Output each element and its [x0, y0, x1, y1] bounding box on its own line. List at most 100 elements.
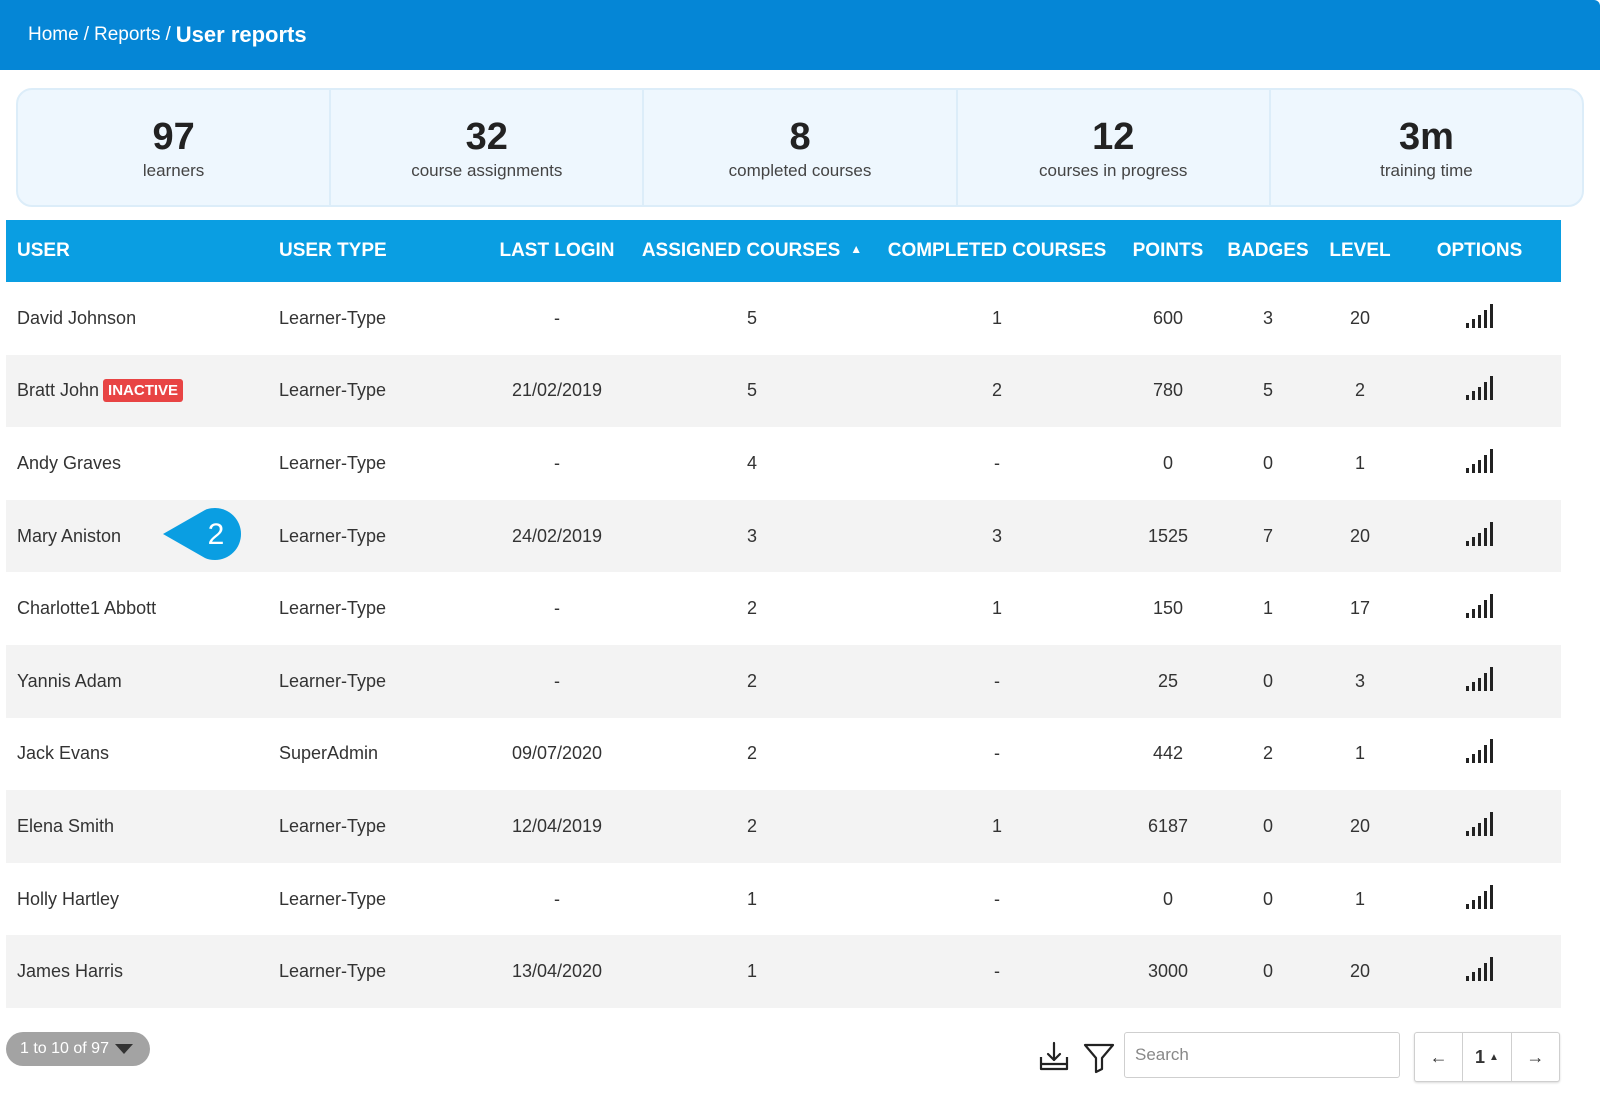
cell-assigned-courses: 2 [746, 598, 757, 619]
cell-options [1398, 718, 1561, 791]
cell-level: 20 [1349, 307, 1371, 328]
next-page-button[interactable]: → [1510, 1033, 1559, 1081]
cell-points: 442 [1152, 743, 1184, 764]
cell-options [1398, 355, 1561, 428]
stat-completed-courses: 8 completed courses [644, 90, 958, 205]
stat-value: 8 [789, 115, 811, 158]
breadcrumb-home[interactable]: Home [28, 24, 79, 46]
cell-completed-courses: 2 [991, 380, 1002, 401]
table-row[interactable]: Charlotte1 Abbott Learner-Type - 2 1 150… [6, 572, 1561, 645]
cell-badges: 0 [1262, 670, 1273, 691]
signal-bars-icon[interactable] [1466, 448, 1493, 473]
callout-marker: 2 [163, 508, 241, 560]
cell-badges: 0 [1262, 815, 1273, 836]
signal-bars-icon[interactable] [1466, 666, 1493, 691]
current-page: 1 [1475, 1046, 1486, 1067]
cell-options [1398, 427, 1561, 500]
cell-user[interactable]: Charlotte1 Abbott [6, 572, 268, 645]
cell-user-type: Learner-Type [279, 888, 387, 909]
table-row[interactable]: James Harris Learner-Type 13/04/2020 1 -… [6, 935, 1561, 1008]
cell-completed-courses: 1 [991, 815, 1002, 836]
cell-user-type: Learner-Type [279, 961, 387, 982]
cell-badges: 7 [1262, 525, 1273, 546]
signal-bars-icon[interactable] [1466, 521, 1493, 546]
cell-assigned-courses: 2 [746, 815, 757, 836]
search-input[interactable] [1124, 1032, 1400, 1078]
signal-bars-icon[interactable] [1466, 376, 1493, 401]
column-header-points[interactable]: POINTS [1122, 220, 1214, 282]
cell-points: 780 [1152, 380, 1184, 401]
table-row[interactable]: Holly Hartley Learner-Type - 1 - 0 0 1 [6, 863, 1561, 936]
cell-level: 1 [1354, 743, 1365, 764]
sort-asc-icon: ▲ [850, 242, 863, 256]
cell-points: 600 [1152, 307, 1184, 328]
cell-options [1398, 790, 1561, 863]
user-name[interactable]: Bratt John [17, 380, 99, 400]
cell-user-type: Learner-Type [279, 307, 387, 328]
stat-value: 3m [1398, 115, 1454, 158]
export-download-icon[interactable] [1037, 1040, 1071, 1074]
cell-user-type: Learner-Type [279, 452, 387, 473]
cell-points: 6187 [1147, 815, 1189, 836]
signal-bars-icon[interactable] [1466, 594, 1493, 619]
cell-options [1398, 572, 1561, 645]
cell-points: 25 [1157, 670, 1179, 691]
column-header-level[interactable]: LEVEL [1322, 220, 1398, 282]
column-header-badges[interactable]: BADGES [1214, 220, 1322, 282]
stat-label: courses in progress [1039, 160, 1188, 180]
pagination-count-dropdown[interactable]: 1 to 10 of 97 [6, 1032, 150, 1066]
cell-last-login: - [554, 307, 560, 328]
table-row[interactable]: Jack Evans SuperAdmin 09/07/2020 2 - 442… [6, 718, 1561, 791]
cell-points: 3000 [1147, 961, 1189, 982]
cell-user[interactable]: Andy Graves [6, 427, 268, 500]
signal-bars-icon[interactable] [1466, 957, 1493, 982]
signal-bars-icon[interactable] [1466, 811, 1493, 836]
cell-level: 1 [1354, 452, 1365, 473]
column-header-completed-courses[interactable]: COMPLETED COURSES [872, 220, 1122, 282]
cell-last-login: 24/02/2019 [511, 525, 603, 546]
cell-level: 20 [1349, 961, 1371, 982]
table-row[interactable]: Elena Smith Learner-Type 12/04/2019 2 1 … [6, 790, 1561, 863]
user-report-table: USER USER TYPE LAST LOGIN ASSIGNED COURS… [6, 220, 1561, 1008]
cell-user[interactable]: James Harris [6, 935, 268, 1008]
signal-bars-icon[interactable] [1466, 884, 1493, 909]
cell-completed-courses: 1 [991, 598, 1002, 619]
cell-user[interactable]: Yannis Adam [6, 645, 268, 718]
user-report-table-wrap: USER USER TYPE LAST LOGIN ASSIGNED COURS… [6, 220, 1561, 1008]
caret-up-icon: ▲ [1489, 1051, 1499, 1063]
cell-options [1398, 645, 1561, 718]
table-row[interactable]: David Johnson Learner-Type - 5 1 600 3 2… [6, 282, 1561, 355]
table-row[interactable]: Yannis Adam Learner-Type - 2 - 25 0 3 [6, 644, 1561, 718]
breadcrumb-reports[interactable]: Reports [94, 24, 161, 46]
column-header-assigned-courses[interactable]: ASSIGNED COURSES ▲ [632, 220, 872, 282]
stat-course-assignments: 32 course assignments [331, 90, 645, 205]
prev-page-button[interactable]: ← [1415, 1033, 1462, 1081]
cell-user[interactable]: David Johnson [6, 282, 268, 355]
cell-last-login: 21/02/2019 [511, 380, 603, 401]
cell-user[interactable]: Bratt John INACTIVE [6, 355, 268, 428]
cell-completed-courses: 1 [991, 307, 1002, 328]
column-header-user[interactable]: USER [6, 220, 268, 282]
table-row[interactable]: Bratt John INACTIVE Learner-Type 21/02/20… [6, 354, 1561, 428]
cell-user[interactable]: Jack Evans [6, 718, 268, 791]
cell-points: 150 [1152, 598, 1184, 619]
stat-value: 32 [465, 115, 508, 158]
cell-badges: 3 [1262, 307, 1273, 328]
cell-user[interactable]: Elena Smith [6, 790, 268, 863]
cell-level: 2 [1354, 380, 1365, 401]
column-header-last-login[interactable]: LAST LOGIN [482, 220, 632, 282]
column-header-user-type[interactable]: USER TYPE [268, 220, 482, 282]
signal-bars-icon[interactable] [1466, 303, 1493, 328]
breadcrumb-bar: Home / Reports / User reports [0, 0, 1600, 70]
table-row[interactable]: Andy Graves Learner-Type - 4 - 0 0 1 [6, 427, 1561, 500]
funnel-filter-icon[interactable] [1082, 1040, 1116, 1074]
stat-training-time: 3m training time [1271, 90, 1582, 205]
signal-bars-icon[interactable] [1466, 739, 1493, 764]
stat-courses-in-progress: 12 courses in progress [958, 90, 1271, 205]
page-select[interactable]: 1 ▲ [1462, 1033, 1510, 1081]
cell-user[interactable]: Holly Hartley [6, 863, 268, 936]
cell-assigned-courses: 3 [746, 525, 757, 546]
stat-label: learners [142, 160, 205, 180]
cell-level: 20 [1349, 815, 1371, 836]
callout-shape [163, 508, 241, 560]
